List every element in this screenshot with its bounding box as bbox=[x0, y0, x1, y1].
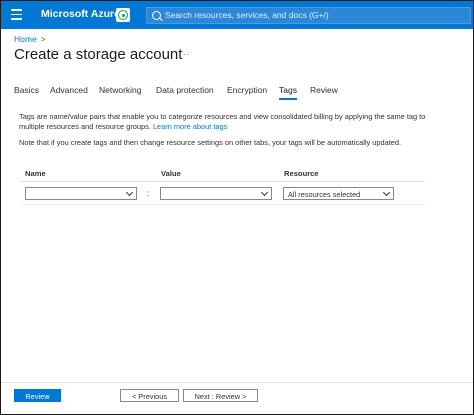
tag-name-dropdown[interactable] bbox=[25, 187, 137, 200]
hamburger-menu-icon[interactable] bbox=[11, 9, 22, 20]
breadcrumb-home-link[interactable]: Home bbox=[14, 34, 37, 44]
tab-basics[interactable]: Basics bbox=[14, 85, 39, 95]
page-title: Create a storage account bbox=[14, 46, 183, 63]
tab-review[interactable]: Review bbox=[310, 85, 338, 95]
chevron-down-icon bbox=[382, 188, 391, 197]
search-icon bbox=[152, 11, 161, 20]
global-search-input[interactable]: Search resources, services, and docs (G+… bbox=[146, 7, 471, 24]
top-navigation-bar: Microsoft Azure Search resources, servic… bbox=[1, 1, 473, 29]
more-options-icon[interactable]: ... bbox=[179, 47, 190, 58]
column-header-value: Value bbox=[161, 169, 181, 178]
tab-networking[interactable]: Networking bbox=[99, 85, 142, 95]
tags-note: Note that if you create tags and then ch… bbox=[19, 138, 402, 147]
tags-description: Tags are name/value pairs that enable yo… bbox=[19, 112, 429, 132]
cloud-shell-icon[interactable] bbox=[116, 8, 130, 22]
previous-button[interactable]: < Previous bbox=[120, 389, 179, 402]
name-value-separator: : bbox=[147, 189, 150, 198]
tab-data-protection[interactable]: Data protection bbox=[156, 85, 214, 95]
tab-advanced[interactable]: Advanced bbox=[50, 85, 88, 95]
active-tab-indicator bbox=[279, 98, 297, 100]
next-review-button[interactable]: Next : Review > bbox=[183, 389, 258, 402]
brand-title[interactable]: Microsoft Azure bbox=[41, 8, 120, 20]
table-row-divider bbox=[21, 204, 425, 205]
chevron-down-icon bbox=[260, 188, 269, 197]
chevron-down-icon bbox=[125, 188, 134, 197]
table-header-divider bbox=[21, 181, 425, 182]
tab-tags[interactable]: Tags bbox=[279, 85, 297, 95]
column-header-resource: Resource bbox=[284, 169, 319, 178]
tag-value-dropdown[interactable] bbox=[160, 187, 272, 200]
breadcrumb-chevron-icon: > bbox=[40, 34, 46, 44]
tab-encryption[interactable]: Encryption bbox=[227, 85, 267, 95]
azure-portal-window: Microsoft Azure Search resources, servic… bbox=[0, 0, 474, 415]
tag-resource-dropdown[interactable]: All resources selected bbox=[283, 187, 394, 200]
learn-more-tags-link[interactable]: Learn more about tags bbox=[153, 122, 227, 131]
column-header-name: Name bbox=[25, 169, 46, 178]
breadcrumb: Home > bbox=[14, 34, 46, 44]
tag-resource-value: All resources selected bbox=[288, 189, 361, 199]
footer-divider bbox=[1, 382, 473, 383]
review-button[interactable]: Review bbox=[14, 389, 61, 402]
search-placeholder: Search resources, services, and docs (G+… bbox=[165, 10, 329, 20]
